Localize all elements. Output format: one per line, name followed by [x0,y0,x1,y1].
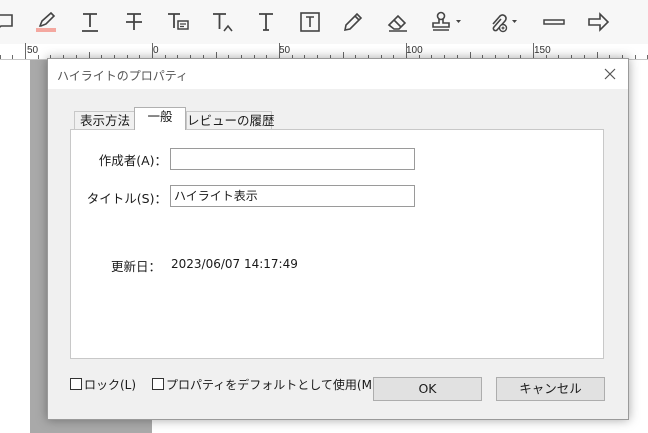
ruler-label: 50 [27,45,39,56]
dialog-title: ハイライトのプロパティ [57,69,189,83]
ruler-tick [38,55,39,59]
dialog-titlebar: ハイライトのプロパティ [48,59,628,89]
line-icon[interactable] [540,8,568,36]
comment-icon[interactable] [0,8,18,36]
stamp-icon[interactable] [428,8,464,36]
ruler-label: 50 [279,45,291,56]
insert-text-icon[interactable] [208,8,236,36]
title-field[interactable]: ハイライト表示 [170,185,415,207]
author-field[interactable] [170,148,415,170]
ruler-tick [406,43,407,59]
tab-display[interactable]: 表示方法 [74,111,136,129]
attach-icon[interactable] [484,8,520,36]
author-label: 作成者(A)： [98,153,167,168]
underline-text-icon[interactable] [76,8,104,36]
ruler-tick [0,55,1,59]
ruler-tick [279,43,280,59]
modified-date-value: 2023/06/07 14:17:49 [171,257,298,271]
checkbox-box[interactable] [70,378,82,390]
replace-text-icon[interactable] [164,8,192,36]
text-icon[interactable] [252,8,280,36]
ok-button[interactable]: OK [373,377,482,401]
ruler-tick [533,43,534,59]
ruler-label: 100 [406,45,423,56]
use-as-default-label: プロパティをデフォルトとして使用(M) [166,377,377,392]
close-icon[interactable] [600,64,620,84]
use-as-default-checkbox[interactable]: プロパティをデフォルトとして使用(M) [152,376,377,392]
document-page [0,60,30,433]
annotation-toolbar [0,0,648,44]
eraser-icon[interactable] [384,8,412,36]
ruler-label: 0 [153,45,159,56]
highlighter-icon[interactable] [32,8,60,36]
ruler-tick [25,43,26,59]
modified-date-label: 更新日： [110,259,161,274]
textbox-icon[interactable] [296,8,324,36]
pencil-icon[interactable] [339,8,367,36]
cancel-button[interactable]: キャンセル [496,377,605,401]
title-label: タイトル(S)： [86,191,167,206]
ruler-tick [12,55,13,59]
ruler-tick [152,43,153,59]
ruler-label: 150 [534,45,551,56]
lock-checkbox-label: ロック(L) [84,377,137,392]
tab-general[interactable]: 一般 [134,107,186,130]
strikethrough-text-icon[interactable] [120,8,148,36]
lock-checkbox[interactable]: ロック(L) [70,376,136,392]
properties-dialog: ハイライトのプロパティ 表示方法 一般 レビューの履歴 作成者(A)： タイトル… [47,58,629,420]
arrow-icon[interactable] [584,8,612,36]
checkbox-box[interactable] [152,378,164,390]
ruler-tick [635,55,636,59]
tab-review-history[interactable]: レビューの履歴 [186,111,275,129]
general-tab-panel: 作成者(A)： タイトル(S)： ハイライト表示 更新日： 2023/06/07… [70,129,604,359]
